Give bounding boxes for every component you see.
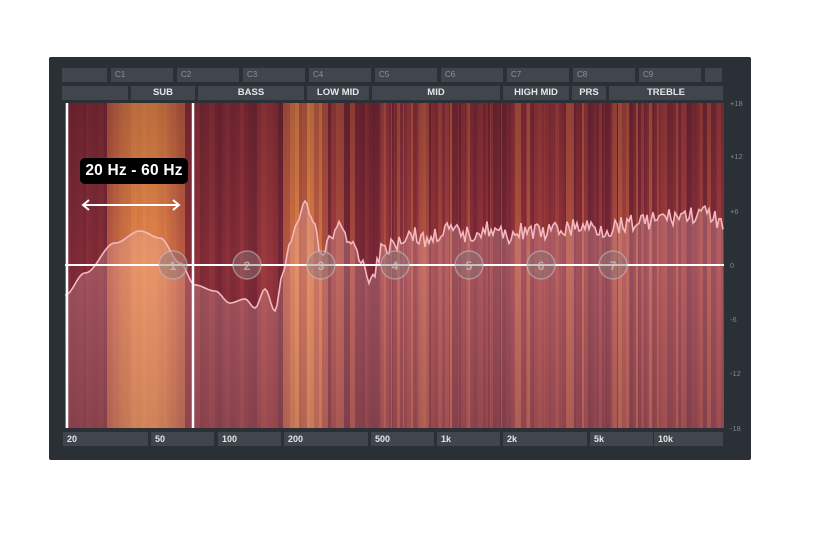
- frequency-tick: 1k: [437, 432, 500, 446]
- frequency-tick: 200: [284, 432, 368, 446]
- octave-marker: [705, 68, 722, 82]
- octave-marker: [62, 68, 107, 82]
- eq-node-number: 6: [538, 259, 545, 273]
- db-tick: -6: [730, 315, 737, 324]
- octave-marker: C2: [177, 68, 239, 82]
- octave-marker: C3: [243, 68, 305, 82]
- eq-node-2[interactable]: 2: [232, 250, 262, 280]
- octave-marker: C7: [507, 68, 569, 82]
- range-callout: 20 Hz - 60 Hz: [80, 158, 188, 184]
- band-label[interactable]: TREBLE: [609, 86, 723, 100]
- db-tick: -12: [730, 369, 741, 378]
- eq-node-number: 2: [244, 259, 251, 273]
- eq-node-7[interactable]: 7: [598, 250, 628, 280]
- band-label[interactable]: LOW MID: [307, 86, 369, 100]
- frequency-tick: 50: [151, 432, 214, 446]
- eq-node-number: 1: [170, 259, 177, 273]
- spectrum-plot[interactable]: 1 2 3 4 5 6 7: [65, 103, 724, 428]
- octave-marker: C9: [639, 68, 701, 82]
- db-tick: +18: [730, 99, 743, 108]
- eq-node-6[interactable]: 6: [526, 250, 556, 280]
- db-tick: -18: [730, 424, 741, 433]
- octave-marker: C1: [111, 68, 173, 82]
- eq-node-1[interactable]: 1: [158, 250, 188, 280]
- eq-node-5[interactable]: 5: [454, 250, 484, 280]
- band-label[interactable]: PRS: [572, 86, 606, 100]
- eq-node-4[interactable]: 4: [380, 250, 410, 280]
- band-label[interactable]: BASS: [198, 86, 304, 100]
- eq-node-number: 5: [466, 259, 473, 273]
- band-label[interactable]: [62, 86, 128, 100]
- range-double-arrow-icon: [81, 199, 181, 211]
- frequency-tick: 5k: [590, 432, 653, 446]
- octave-marker: C8: [573, 68, 635, 82]
- octave-marker: C6: [441, 68, 503, 82]
- eq-node-number: 3: [318, 259, 325, 273]
- db-tick: 0: [730, 261, 735, 270]
- db-tick: +6: [730, 207, 739, 216]
- band-label[interactable]: HIGH MID: [503, 86, 569, 100]
- frequency-tick: 500: [371, 432, 434, 446]
- db-tick: +12: [730, 152, 743, 161]
- band-label[interactable]: MID: [372, 86, 500, 100]
- octave-marker: C4: [309, 68, 371, 82]
- frequency-tick: 100: [218, 432, 281, 446]
- eq-node-3[interactable]: 3: [306, 250, 336, 280]
- octave-marker: C5: [375, 68, 437, 82]
- eq-node-number: 4: [392, 259, 399, 273]
- eq-node-number: 7: [610, 259, 617, 273]
- frequency-tick: 20: [63, 432, 148, 446]
- frequency-tick: 2k: [503, 432, 587, 446]
- frequency-tick: 10k: [654, 432, 723, 446]
- spectrum-graphic: 1 2 3 4 5 6 7: [65, 103, 724, 428]
- band-label[interactable]: SUB: [131, 86, 195, 100]
